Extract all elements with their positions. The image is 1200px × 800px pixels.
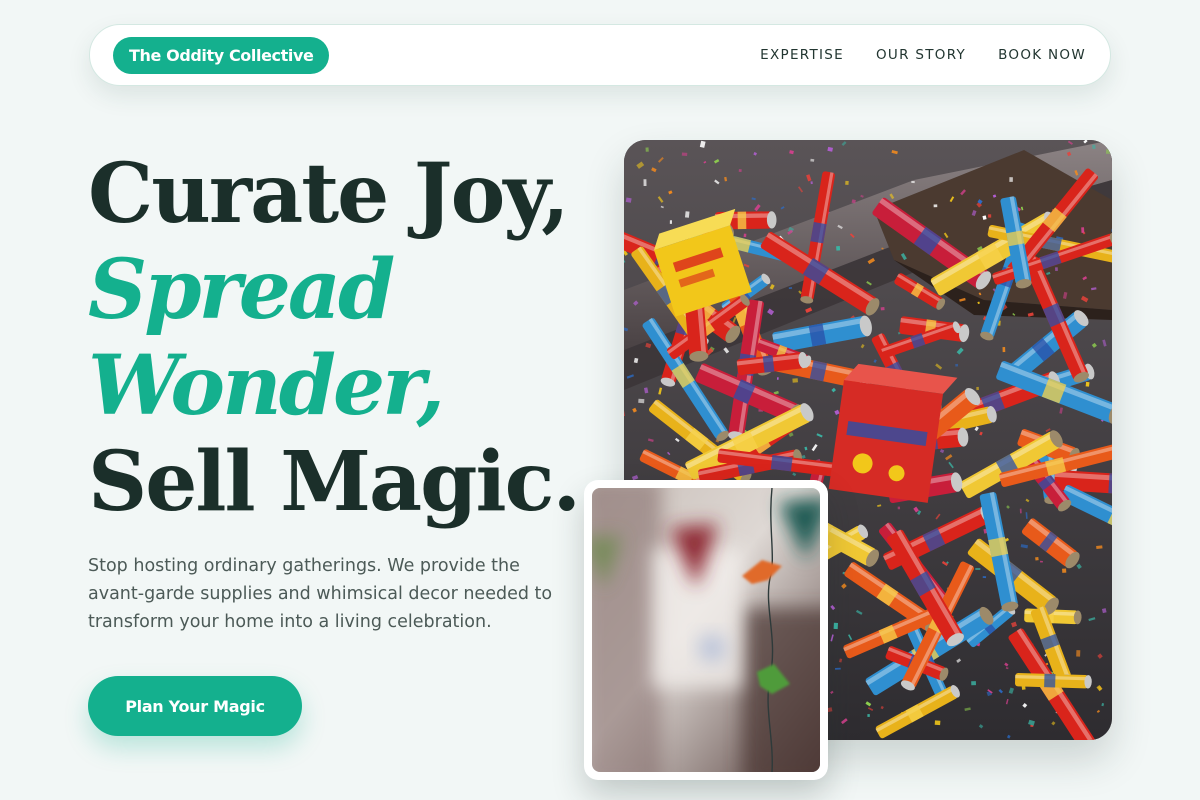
brand-logo[interactable]: The Oddity Collective — [113, 37, 330, 74]
headline-line-2: Spread — [88, 242, 395, 338]
top-navbar: The Oddity Collective EXPERTISE OUR STOR… — [89, 24, 1111, 86]
nav-link-expertise[interactable]: EXPERTISE — [760, 47, 844, 63]
nav-link-book-now[interactable]: BOOK NOW — [998, 47, 1086, 63]
headline-line-1: Curate Joy, — [88, 146, 570, 242]
headline-line-4: Sell Magic. — [88, 434, 581, 530]
headline-line-3: Wonder, — [88, 338, 445, 434]
plan-your-magic-button[interactable]: Plan Your Magic — [88, 676, 302, 736]
hero-description: Stop hosting ordinary gatherings. We pro… — [88, 556, 553, 632]
hero-headline: Curate Joy, Spread Wonder, Sell Magic. — [88, 146, 608, 530]
nav-link-our-story[interactable]: OUR STORY — [876, 47, 966, 63]
bunting-decor-photo — [584, 480, 828, 780]
nav-links: EXPERTISE OUR STORY BOOK NOW — [760, 25, 1086, 85]
